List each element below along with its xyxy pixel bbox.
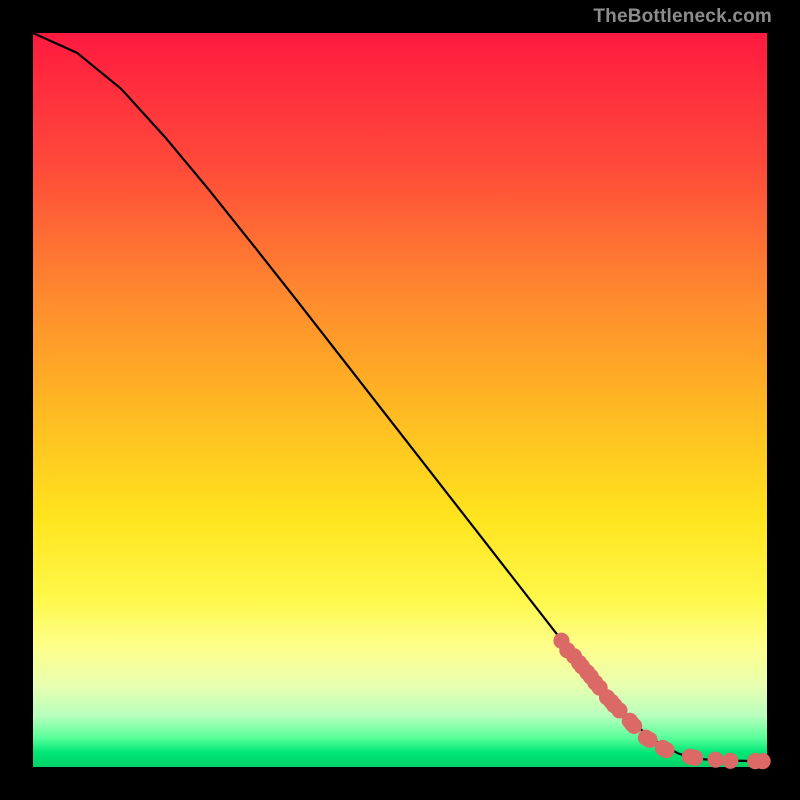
data-point: [755, 753, 771, 769]
chart-svg: [33, 33, 767, 767]
data-point: [722, 753, 738, 769]
data-point: [687, 750, 703, 766]
plot-area: [33, 33, 767, 767]
markers-group: [553, 633, 770, 770]
data-point: [626, 718, 642, 734]
data-point: [658, 742, 674, 758]
chart-frame: TheBottleneck.com: [0, 0, 800, 800]
watermark-text: TheBottleneck.com: [593, 6, 772, 28]
data-point: [708, 752, 724, 768]
main-curve: [33, 33, 767, 761]
